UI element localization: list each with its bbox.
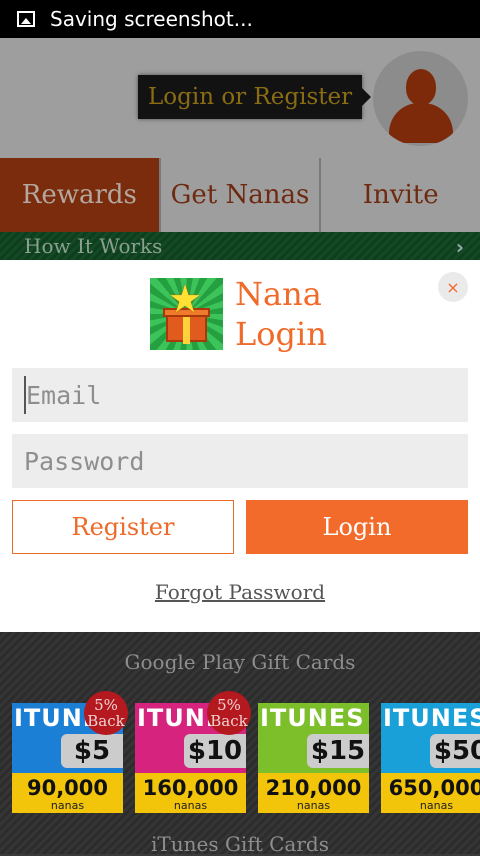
login-register-label: Login or Register: [148, 84, 353, 110]
user-icon: [406, 69, 436, 105]
login-dialog: ★ Nana Login × Register Login Forgot Pas…: [0, 260, 480, 632]
close-button[interactable]: ×: [438, 272, 468, 302]
chevron-right-icon: ›: [455, 235, 464, 259]
image-icon: [17, 11, 35, 27]
tab-invite[interactable]: Invite: [321, 158, 480, 232]
section-title-google-play: Google Play Gift Cards: [124, 650, 356, 674]
cashback-badge: 5% Back: [84, 691, 128, 735]
gift-card[interactable]: ITUNES $10 160,000 nanas 5% Back: [135, 691, 251, 813]
gift-card[interactable]: ITUNES $5 90,000 nanas 5% Back: [12, 691, 128, 813]
gift-card[interactable]: ITUNES $50 650,000 nanas: [381, 703, 480, 813]
section-title-itunes: iTunes Gift Cards: [151, 832, 329, 856]
star-icon: ★: [168, 278, 203, 321]
cashback-badge: 5% Back: [207, 691, 251, 735]
main-tabs: Rewards Get Nanas Invite: [0, 158, 480, 232]
tab-get-nanas[interactable]: Get Nanas: [161, 158, 322, 232]
how-it-works-label: How It Works: [24, 234, 163, 258]
gift-card[interactable]: ITUNES $15 210,000 nanas: [258, 703, 369, 813]
status-text: Saving screenshot...: [50, 7, 253, 31]
dialog-title: Nana Login: [235, 275, 327, 353]
forgot-password-link[interactable]: Forgot Password: [0, 580, 480, 604]
nana-logo: ★: [150, 278, 223, 350]
avatar[interactable]: [373, 51, 468, 146]
status-bar: Saving screenshot...: [0, 0, 480, 38]
email-field[interactable]: [12, 368, 468, 422]
login-button[interactable]: Login: [246, 500, 468, 554]
gift-card-row: ITUNES $5 90,000 nanas 5% Back ITUNES $10 …: [12, 691, 480, 813]
close-icon: ×: [446, 277, 460, 297]
login-register-tooltip[interactable]: Login or Register: [138, 75, 372, 119]
tab-rewards[interactable]: Rewards: [0, 158, 161, 232]
register-button[interactable]: Register: [12, 500, 234, 554]
how-it-works-bar[interactable]: How It Works ›: [0, 232, 480, 260]
password-field[interactable]: [12, 434, 468, 488]
text-cursor: [24, 376, 26, 414]
